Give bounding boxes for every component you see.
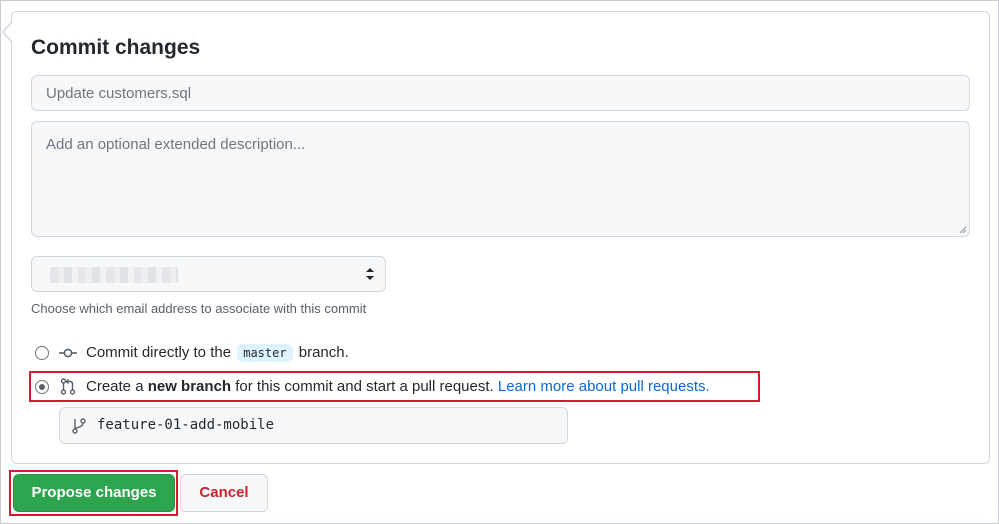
blurred-email-value bbox=[50, 267, 178, 283]
email-help-text: Choose which email address to associate … bbox=[31, 301, 367, 316]
description-placeholder: Add an optional extended description... bbox=[46, 136, 306, 153]
learn-more-link[interactable]: Learn more about pull requests. bbox=[498, 378, 710, 395]
propose-changes-button[interactable]: Propose changes bbox=[13, 474, 175, 512]
new-branch-prefix: Create a bbox=[86, 378, 144, 395]
cancel-button[interactable]: Cancel bbox=[180, 474, 268, 512]
git-pull-request-icon bbox=[60, 378, 76, 395]
branch-name-input[interactable]: feature-01-add-mobile bbox=[59, 407, 568, 444]
option-new-branch-label: Create a new branch for this commit and … bbox=[86, 378, 710, 395]
direct-prefix: Commit directly to the bbox=[86, 344, 232, 361]
radio-commit-directly[interactable] bbox=[35, 346, 49, 360]
resize-grip-icon[interactable] bbox=[959, 226, 967, 234]
panel-caret-fill bbox=[4, 23, 12, 41]
email-select[interactable] bbox=[31, 256, 386, 292]
new-branch-suffix: for this commit and start a pull request… bbox=[235, 378, 494, 395]
new-branch-bold: new branch bbox=[147, 378, 232, 395]
git-branch-icon bbox=[72, 418, 86, 434]
page-title: Commit changes bbox=[31, 36, 201, 59]
master-branch-badge: master bbox=[237, 344, 293, 362]
commit-summary-input[interactable]: Update customers.sql bbox=[31, 75, 970, 111]
branch-name-value: feature-01-add-mobile bbox=[97, 417, 275, 433]
select-arrows-icon bbox=[366, 268, 374, 280]
radio-new-branch[interactable] bbox=[35, 380, 49, 394]
direct-suffix: branch. bbox=[298, 344, 349, 361]
git-commit-icon bbox=[59, 348, 77, 358]
commit-description-textarea[interactable]: Add an optional extended description... bbox=[31, 121, 970, 237]
option-commit-directly-label: Commit directly to the master branch. bbox=[86, 344, 349, 362]
